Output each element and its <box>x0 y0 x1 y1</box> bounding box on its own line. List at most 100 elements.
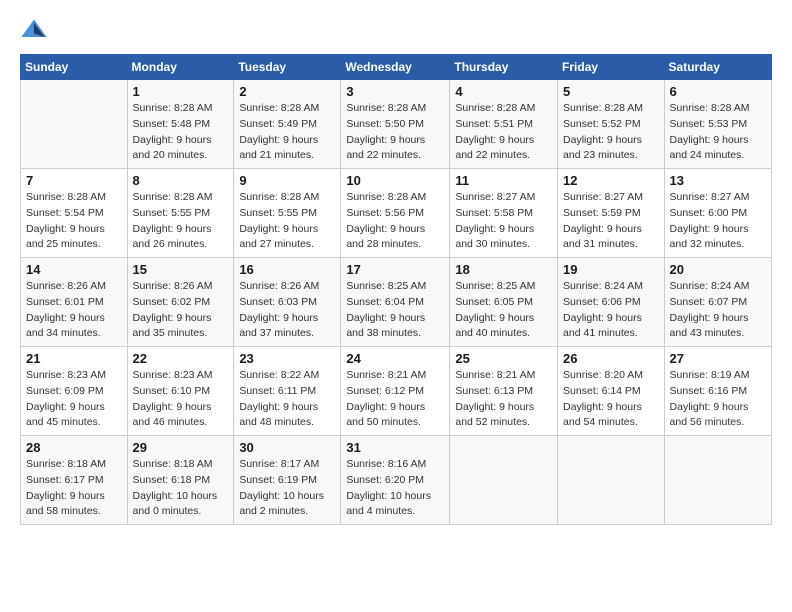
col-header-friday: Friday <box>558 55 665 80</box>
day-detail: Sunrise: 8:19 AMSunset: 6:16 PMDaylight:… <box>670 368 766 431</box>
day-number: 12 <box>563 173 659 188</box>
calendar-cell: 5Sunrise: 8:28 AMSunset: 5:52 PMDaylight… <box>558 80 665 169</box>
day-number: 14 <box>26 262 122 277</box>
day-number: 16 <box>239 262 335 277</box>
day-detail: Sunrise: 8:21 AMSunset: 6:12 PMDaylight:… <box>346 368 444 431</box>
day-detail: Sunrise: 8:18 AMSunset: 6:18 PMDaylight:… <box>133 457 229 520</box>
day-number: 10 <box>346 173 444 188</box>
day-detail: Sunrise: 8:28 AMSunset: 5:50 PMDaylight:… <box>346 101 444 164</box>
day-detail: Sunrise: 8:26 AMSunset: 6:03 PMDaylight:… <box>239 279 335 342</box>
col-header-tuesday: Tuesday <box>234 55 341 80</box>
calendar-cell: 19 Sunrise: 8:24 AMSunset: 6:06 PMDayligh… <box>558 258 665 347</box>
calendar-cell: 13 Sunrise: 8:27 AMSunset: 6:00 PMDayligh… <box>664 169 771 258</box>
calendar-cell: 2Sunrise: 8:28 AMSunset: 5:49 PMDaylight… <box>234 80 341 169</box>
day-detail: Sunrise: 8:26 AMSunset: 6:02 PMDaylight:… <box>133 279 229 342</box>
day-number: 24 <box>346 351 444 366</box>
calendar-cell <box>21 80 128 169</box>
calendar-cell: 9Sunrise: 8:28 AMSunset: 5:55 PMDaylight… <box>234 169 341 258</box>
day-detail: Sunrise: 8:28 AMSunset: 5:55 PMDaylight:… <box>133 190 229 253</box>
day-detail: Sunrise: 8:27 AMSunset: 5:59 PMDaylight:… <box>563 190 659 253</box>
day-number: 8 <box>133 173 229 188</box>
day-number: 26 <box>563 351 659 366</box>
calendar-cell: 6 Sunrise: 8:28 AMSunset: 5:53 PMDaylight… <box>664 80 771 169</box>
calendar-cell: 24 Sunrise: 8:21 AMSunset: 6:12 PMDayligh… <box>341 347 450 436</box>
day-detail: Sunrise: 8:28 AMSunset: 5:53 PMDaylight:… <box>670 101 766 164</box>
calendar-cell: 26 Sunrise: 8:20 AMSunset: 6:14 PMDayligh… <box>558 347 665 436</box>
day-detail: Sunrise: 8:17 AMSunset: 6:19 PMDaylight:… <box>239 457 335 520</box>
day-detail: Sunrise: 8:24 AMSunset: 6:07 PMDaylight:… <box>670 279 766 342</box>
calendar-cell: 4Sunrise: 8:28 AMSunset: 5:51 PMDaylight… <box>450 80 558 169</box>
day-detail: Sunrise: 8:28 AMSunset: 5:52 PMDaylight:… <box>563 101 659 164</box>
calendar-cell <box>664 436 771 525</box>
day-number: 23 <box>239 351 335 366</box>
day-number: 13 <box>670 173 766 188</box>
day-number: 25 <box>455 351 552 366</box>
day-number: 19 <box>563 262 659 277</box>
day-number: 30 <box>239 440 335 455</box>
calendar-cell: 11Sunrise: 8:27 AMSunset: 5:58 PMDayligh… <box>450 169 558 258</box>
logo <box>20 16 50 44</box>
day-number: 27 <box>670 351 766 366</box>
calendar-cell: 15 Sunrise: 8:26 AMSunset: 6:02 PMDayligh… <box>127 258 234 347</box>
calendar-body: 1Sunrise: 8:28 AMSunset: 5:48 PMDaylight… <box>21 80 772 525</box>
day-number: 17 <box>346 262 444 277</box>
day-detail: Sunrise: 8:25 AMSunset: 6:04 PMDaylight:… <box>346 279 444 342</box>
calendar-week-4: 21Sunrise: 8:23 AMSunset: 6:09 PMDayligh… <box>21 347 772 436</box>
header-row: SundayMondayTuesdayWednesdayThursdayFrid… <box>21 55 772 80</box>
day-detail: Sunrise: 8:23 AMSunset: 6:09 PMDaylight:… <box>26 368 122 431</box>
calendar-cell: 3Sunrise: 8:28 AMSunset: 5:50 PMDaylight… <box>341 80 450 169</box>
day-number: 6 <box>670 84 766 99</box>
calendar-cell: 8 Sunrise: 8:28 AMSunset: 5:55 PMDaylight… <box>127 169 234 258</box>
calendar-cell: 29 Sunrise: 8:18 AMSunset: 6:18 PMDayligh… <box>127 436 234 525</box>
day-detail: Sunrise: 8:28 AMSunset: 5:54 PMDaylight:… <box>26 190 122 253</box>
day-detail: Sunrise: 8:22 AMSunset: 6:11 PMDaylight:… <box>239 368 335 431</box>
day-detail: Sunrise: 8:28 AMSunset: 5:56 PMDaylight:… <box>346 190 444 253</box>
header <box>20 16 772 44</box>
logo-icon <box>20 16 48 44</box>
col-header-monday: Monday <box>127 55 234 80</box>
calendar-cell: 27 Sunrise: 8:19 AMSunset: 6:16 PMDayligh… <box>664 347 771 436</box>
calendar-cell: 25 Sunrise: 8:21 AMSunset: 6:13 PMDayligh… <box>450 347 558 436</box>
day-detail: Sunrise: 8:28 AMSunset: 5:49 PMDaylight:… <box>239 101 335 164</box>
calendar-cell: 12 Sunrise: 8:27 AMSunset: 5:59 PMDayligh… <box>558 169 665 258</box>
calendar-week-2: 7Sunrise: 8:28 AMSunset: 5:54 PMDaylight… <box>21 169 772 258</box>
calendar-cell: 23 Sunrise: 8:22 AMSunset: 6:11 PMDayligh… <box>234 347 341 436</box>
day-detail: Sunrise: 8:27 AMSunset: 5:58 PMDaylight:… <box>455 190 552 253</box>
day-number: 28 <box>26 440 122 455</box>
day-number: 31 <box>346 440 444 455</box>
calendar-table: SundayMondayTuesdayWednesdayThursdayFrid… <box>20 54 772 525</box>
day-detail: Sunrise: 8:21 AMSunset: 6:13 PMDaylight:… <box>455 368 552 431</box>
calendar-week-3: 14 Sunrise: 8:26 AMSunset: 6:01 PMDayligh… <box>21 258 772 347</box>
calendar-cell: 31 Sunrise: 8:16 AMSunset: 6:20 PMDayligh… <box>341 436 450 525</box>
calendar-cell: 16 Sunrise: 8:26 AMSunset: 6:03 PMDayligh… <box>234 258 341 347</box>
day-detail: Sunrise: 8:28 AMSunset: 5:55 PMDaylight:… <box>239 190 335 253</box>
calendar-cell: 20 Sunrise: 8:24 AMSunset: 6:07 PMDayligh… <box>664 258 771 347</box>
day-detail: Sunrise: 8:26 AMSunset: 6:01 PMDaylight:… <box>26 279 122 342</box>
day-detail: Sunrise: 8:20 AMSunset: 6:14 PMDaylight:… <box>563 368 659 431</box>
day-number: 15 <box>133 262 229 277</box>
day-number: 20 <box>670 262 766 277</box>
col-header-sunday: Sunday <box>21 55 128 80</box>
calendar-cell: 17 Sunrise: 8:25 AMSunset: 6:04 PMDayligh… <box>341 258 450 347</box>
calendar-cell: 21Sunrise: 8:23 AMSunset: 6:09 PMDayligh… <box>21 347 128 436</box>
day-detail: Sunrise: 8:23 AMSunset: 6:10 PMDaylight:… <box>133 368 229 431</box>
calendar-cell: 10 Sunrise: 8:28 AMSunset: 5:56 PMDayligh… <box>341 169 450 258</box>
day-number: 29 <box>133 440 229 455</box>
calendar-cell: 22Sunrise: 8:23 AMSunset: 6:10 PMDayligh… <box>127 347 234 436</box>
calendar-cell: 7Sunrise: 8:28 AMSunset: 5:54 PMDaylight… <box>21 169 128 258</box>
calendar-header: SundayMondayTuesdayWednesdayThursdayFrid… <box>21 55 772 80</box>
day-detail: Sunrise: 8:27 AMSunset: 6:00 PMDaylight:… <box>670 190 766 253</box>
calendar-cell <box>450 436 558 525</box>
calendar-week-1: 1Sunrise: 8:28 AMSunset: 5:48 PMDaylight… <box>21 80 772 169</box>
day-detail: Sunrise: 8:28 AMSunset: 5:48 PMDaylight:… <box>133 101 229 164</box>
day-detail: Sunrise: 8:25 AMSunset: 6:05 PMDaylight:… <box>455 279 552 342</box>
day-detail: Sunrise: 8:24 AMSunset: 6:06 PMDaylight:… <box>563 279 659 342</box>
day-detail: Sunrise: 8:28 AMSunset: 5:51 PMDaylight:… <box>455 101 552 164</box>
day-detail: Sunrise: 8:16 AMSunset: 6:20 PMDaylight:… <box>346 457 444 520</box>
day-detail: Sunrise: 8:18 AMSunset: 6:17 PMDaylight:… <box>26 457 122 520</box>
calendar-week-5: 28 Sunrise: 8:18 AMSunset: 6:17 PMDayligh… <box>21 436 772 525</box>
calendar-cell: 28 Sunrise: 8:18 AMSunset: 6:17 PMDayligh… <box>21 436 128 525</box>
calendar-cell: 1Sunrise: 8:28 AMSunset: 5:48 PMDaylight… <box>127 80 234 169</box>
col-header-thursday: Thursday <box>450 55 558 80</box>
col-header-wednesday: Wednesday <box>341 55 450 80</box>
